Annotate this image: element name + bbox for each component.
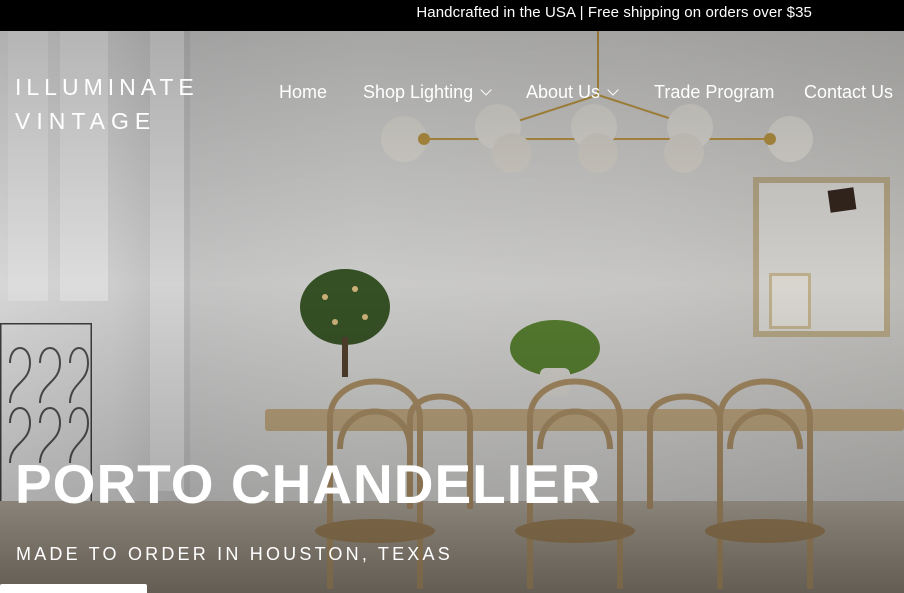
nav-trade-program-label: Trade Program [654,82,775,102]
announcement-text: Handcrafted in the USA | Free shipping o… [416,4,812,21]
hero-cta-button[interactable] [0,584,147,593]
nav-trade-program[interactable]: Trade Program [654,82,774,103]
announcement-bar: Handcrafted in the USA | Free shipping o… [0,0,904,31]
nav-home[interactable]: Home [279,82,327,103]
hero-title: PORTO CHANDELIER [15,453,602,515]
nav-about-us[interactable]: About Us [526,82,619,103]
chevron-down-icon [480,84,492,96]
nav-about-us-label: About Us [526,82,601,102]
logo-line-2: VINTAGE [15,108,157,134]
nav-home-label: Home [279,82,328,102]
hero-subtitle: MADE TO ORDER IN HOUSTON, TEXAS [16,544,453,564]
nav-shop-lighting[interactable]: Shop Lighting [363,82,492,103]
main-nav: Home Shop Lighting About Us Trade Progra… [0,82,904,108]
nav-contact-us[interactable]: Contact Us [804,82,893,103]
nav-shop-lighting-label: Shop Lighting [363,82,474,102]
chevron-down-icon [607,84,619,96]
nav-contact-us-label: Contact Us [804,82,894,102]
